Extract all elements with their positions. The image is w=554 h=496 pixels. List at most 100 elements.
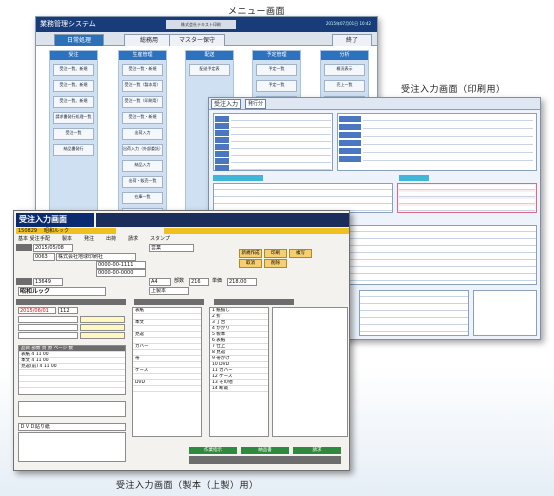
section-header [214,299,294,305]
menu-button[interactable]: 納品入力 [122,160,163,172]
qty-label: 部数 [174,278,185,284]
menu-button[interactable]: 売上一覧 [324,80,365,92]
menu-datetime: 2015年07月01日 10:42 [325,21,371,26]
print-field[interactable] [363,148,533,153]
print-field[interactable] [231,137,331,142]
menu-button[interactable]: 出荷入力 [122,128,163,140]
table-row [399,185,535,190]
customer-code-field[interactable]: 0063 [33,253,55,261]
print-section-bar [399,175,429,181]
menu-item-2[interactable]: 手配 [40,236,50,242]
print-field-label [215,116,229,122]
print-field[interactable] [363,140,533,145]
print-field[interactable] [231,116,331,121]
memo-area [18,432,126,462]
menu-item-7[interactable]: スタンプ [150,236,170,242]
info-field[interactable] [18,324,78,331]
info-field[interactable] [18,316,78,323]
tab-master[interactable]: マスター保守 [169,34,225,46]
table-row [214,192,392,197]
fax-field[interactable]: 0000-00-0000 [96,269,146,277]
action-button[interactable]: 取消 [239,259,262,268]
exit-button[interactable]: 終了 [332,34,372,46]
menu-button[interactable]: 受注一覧・新規 [122,64,163,76]
tab-general[interactable]: 総務用 [124,34,174,46]
memo-area-top [18,401,126,417]
menu-button[interactable]: 出荷入力（外部委託） [122,144,163,156]
customer-name-field[interactable]: 株式会社地球印刷社 [56,253,136,261]
menu-item-1[interactable]: 基本 受注 [18,236,40,242]
binding-field[interactable]: 上製本 [149,287,189,295]
menu-button[interactable]: 受注一覧（印刷用） [122,96,163,108]
order-name: 昭和ルック [44,228,70,234]
status-button[interactable]: 作業指示 [189,447,237,454]
tel-field[interactable]: 0000-00-1111 [96,261,146,269]
menu-column-header: 生産管理 [119,51,166,60]
print-field-label [215,165,229,171]
menu-item-5[interactable]: 出荷 [106,236,116,242]
action-button[interactable]: 新規作成 [239,249,262,258]
tab-daily[interactable]: 日常処理 [54,34,104,46]
print-field[interactable] [363,156,533,161]
menu-button[interactable]: 予定一覧 [256,64,297,76]
print-field-label [215,144,229,150]
status-button[interactable]: 請求 [293,447,341,454]
menu-tabbar: 日常処理 総務用 マスター保守 終了 [36,32,377,46]
menu-item-6[interactable]: 請求 [128,236,138,242]
pages-field[interactable]: 112 [58,307,78,314]
production-header-bar [96,213,349,227]
menu-button[interactable]: 予定一覧 [256,80,297,92]
action-button[interactable]: 印刷 [264,249,287,258]
print-field[interactable] [363,116,533,121]
label-date [16,244,32,251]
menu-button[interactable]: 配送予定表 [189,64,230,76]
action-button[interactable]: 複写 [289,249,312,258]
qty-field[interactable]: 216 [189,278,209,286]
print-field[interactable] [363,132,533,137]
table-row [399,199,535,204]
price-label: 単価 [212,278,223,284]
size-field[interactable]: A4 [149,278,171,286]
memo-field[interactable]: ＤＶＤ貼り紙 [18,423,126,431]
menu-item-3[interactable]: 製本 [62,236,72,242]
menu-button[interactable]: 受注一覧、新規 [53,80,94,92]
table-row [399,192,535,197]
item-no-field[interactable]: 13649 [33,278,63,286]
menu-button[interactable]: 受注一覧（製本用） [122,80,163,92]
date-field[interactable]: 2015/05/08 [33,244,73,252]
menu-button[interactable]: 受注一覧、新規 [53,96,94,108]
status-button[interactable]: 納品書 [241,447,289,454]
print-field[interactable] [231,123,331,128]
menu-column-header: 予定管理 [253,51,300,60]
print-field[interactable] [231,130,331,135]
menu-button[interactable]: 在庫一覧 [122,192,163,204]
action-button[interactable]: 削除 [264,259,287,268]
menu-button[interactable]: 受注一覧、新規 [53,64,94,76]
delivery-date-field[interactable]: 2015/06/01 [18,307,56,314]
info-field-yellow[interactable] [80,316,125,323]
menu-column-header: 受注 [50,51,97,60]
menu-button[interactable]: 請求書発行処理一覧 [53,112,94,124]
print-tab[interactable]: 発行分 [245,99,267,109]
menu-company: 株式会社テキスト印刷 [166,20,236,29]
print-field[interactable] [231,151,331,156]
menu-button[interactable]: 受注一覧・新規 [122,112,163,124]
table-row [214,185,392,190]
print-field[interactable] [231,158,331,163]
info-field-yellow[interactable] [80,332,125,339]
print-field[interactable] [231,144,331,149]
menu-button[interactable]: 概況表示 [324,64,365,76]
menu-button[interactable]: 納品書発行 [53,144,94,156]
menu-button[interactable]: 受注一覧 [53,128,94,140]
print-field-label [215,137,229,143]
menu-button[interactable]: 出荷・販売一覧 [122,176,163,188]
total-field[interactable]: 218.00 [227,278,257,286]
menu-item-4[interactable]: 発注 [84,236,94,242]
print-field[interactable] [231,165,331,170]
dept-field[interactable]: 営業 [149,244,194,252]
info-field-yellow[interactable] [80,324,125,331]
print-field[interactable] [363,124,533,129]
title-field[interactable]: 昭和ルック [18,287,106,296]
info-field[interactable] [18,332,78,339]
menu-column-2: 生産管理受注一覧・新規 受注一覧（製本用） 受注一覧（印刷用） 受注一覧・新規 出荷入力… [118,50,167,212]
